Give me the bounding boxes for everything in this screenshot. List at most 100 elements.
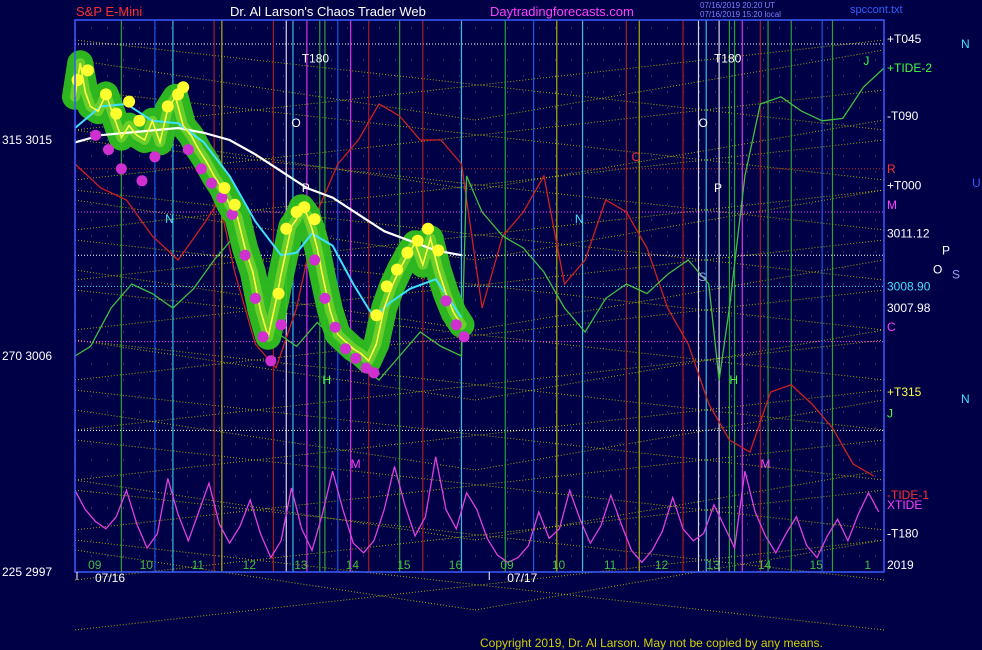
plot-annotation: O xyxy=(698,116,707,130)
horizontal-levels xyxy=(75,43,884,431)
planet-line xyxy=(74,549,476,611)
level-label: R xyxy=(887,162,896,176)
planet-line xyxy=(74,339,476,401)
marker-magenta xyxy=(182,144,194,156)
x-tick-label: 1 xyxy=(864,558,871,572)
planet-line xyxy=(74,479,476,541)
marker-magenta xyxy=(239,249,251,261)
plot-annotation: T180 xyxy=(714,51,742,65)
timestamp-local: 07/16/2019 15:20 local xyxy=(700,10,781,19)
marker-magenta xyxy=(90,129,102,141)
planet-line xyxy=(74,39,885,131)
chart-canvas: 315 3015 270 3006 225 2997 09 10 11 12 13 14 15 16… xyxy=(2,19,981,631)
plot-annotation: M xyxy=(351,457,361,471)
marker-yellow xyxy=(71,74,84,86)
marker-yellow xyxy=(308,213,321,226)
planet-line xyxy=(74,289,885,381)
marker-magenta xyxy=(249,292,261,304)
x-tick-label: 16 xyxy=(449,558,463,572)
planet-label: N xyxy=(961,392,970,406)
plot-annotation: M xyxy=(760,457,770,471)
marker-yellow xyxy=(99,88,112,101)
level-label: -T090 xyxy=(887,109,919,123)
marker-yellow xyxy=(391,263,404,276)
planet-line xyxy=(74,59,476,121)
x-tick-label: 10 xyxy=(552,558,566,572)
timestamp-ut: 07/16/2019 20:20 UT xyxy=(700,1,776,10)
x-tick-label: 12 xyxy=(243,558,257,572)
level-label: M xyxy=(887,198,897,212)
marker-yellow xyxy=(272,287,285,300)
level-label: +T045 xyxy=(887,32,922,46)
plot-annotation: N xyxy=(575,212,584,226)
planet-label: S xyxy=(952,267,960,281)
plot-annotation: O xyxy=(291,116,300,130)
level-label: 3007.98 xyxy=(887,301,931,315)
level-label: XTIDE xyxy=(887,498,922,512)
planet-label: N xyxy=(961,37,970,51)
level-label: J xyxy=(887,407,893,421)
x-tick-label: 09 xyxy=(500,558,514,572)
series-tide-2 xyxy=(74,67,885,381)
marker-magenta xyxy=(275,319,287,331)
planet-line xyxy=(74,289,885,381)
series-xtide xyxy=(74,456,880,564)
marker-yellow xyxy=(218,182,231,194)
plot-annotation: H xyxy=(322,373,331,387)
marker-yellow xyxy=(161,100,174,113)
date-label: 07/17 xyxy=(507,571,537,585)
marker-yellow xyxy=(370,309,383,322)
plot-annotation: H xyxy=(729,373,738,387)
x-tick-label: 11 xyxy=(192,558,205,572)
marker-magenta xyxy=(309,254,321,266)
level-label: 2019 xyxy=(887,558,914,572)
x-tick-label: 10 xyxy=(140,558,154,572)
series-layer xyxy=(62,50,885,564)
marker-yellow xyxy=(432,244,445,257)
date-label: 07/16 xyxy=(95,571,125,585)
plot-annotation: P xyxy=(302,181,310,195)
planet-line xyxy=(74,539,885,631)
marker-magenta xyxy=(350,352,362,364)
x-tick-label: 13 xyxy=(294,558,308,572)
x-tick-label: 15 xyxy=(397,558,411,572)
copyright-notice: Copyright 2019, Dr. Al Larson. May not b… xyxy=(480,636,823,650)
marker-magenta xyxy=(206,177,218,189)
level-label: +T000 xyxy=(887,179,922,193)
x-tick-label: 14 xyxy=(758,558,772,572)
site-title: Dr. Al Larson's Chaos Trader Web xyxy=(230,4,426,19)
marker-yellow xyxy=(177,81,190,94)
marker-magenta xyxy=(319,292,331,304)
marker-magenta xyxy=(265,355,277,367)
site-link[interactable]: Daytradingforecasts.com xyxy=(490,4,634,19)
marker-magenta xyxy=(136,175,148,187)
level-label: C xyxy=(887,320,896,334)
y-tick-label: 315 3015 xyxy=(2,133,52,147)
level-label: 3011.12 xyxy=(887,227,930,241)
marker-yellow xyxy=(228,198,241,211)
marker-magenta xyxy=(458,331,470,343)
level-label: -T180 xyxy=(887,527,919,541)
level-label: +T315 xyxy=(887,385,922,399)
level-label: 3008.90 xyxy=(887,279,931,293)
marker-yellow xyxy=(411,234,424,247)
plot-annotation: N xyxy=(165,212,174,226)
level-label: +TIDE-2 xyxy=(887,61,932,75)
marker-magenta xyxy=(340,343,352,355)
x-tick-label: 09 xyxy=(88,558,102,572)
marker-magenta xyxy=(368,367,380,379)
x-tick-label: 14 xyxy=(346,558,360,572)
marker-yellow xyxy=(280,222,293,235)
marker-yellow xyxy=(380,280,393,293)
marker-yellow xyxy=(133,114,146,127)
planet-label: U xyxy=(972,176,981,190)
plot-annotation: T180 xyxy=(302,51,330,65)
plot-annotation: J xyxy=(863,54,869,68)
x-tick-label: 12 xyxy=(655,558,669,572)
planet-line xyxy=(74,539,885,631)
marker-yellow xyxy=(81,64,94,77)
planet-label: O xyxy=(933,263,942,277)
x-tick-label: 11 xyxy=(604,558,617,572)
y-tick-label: 225 2997 xyxy=(2,565,52,579)
marker-magenta xyxy=(440,295,452,307)
